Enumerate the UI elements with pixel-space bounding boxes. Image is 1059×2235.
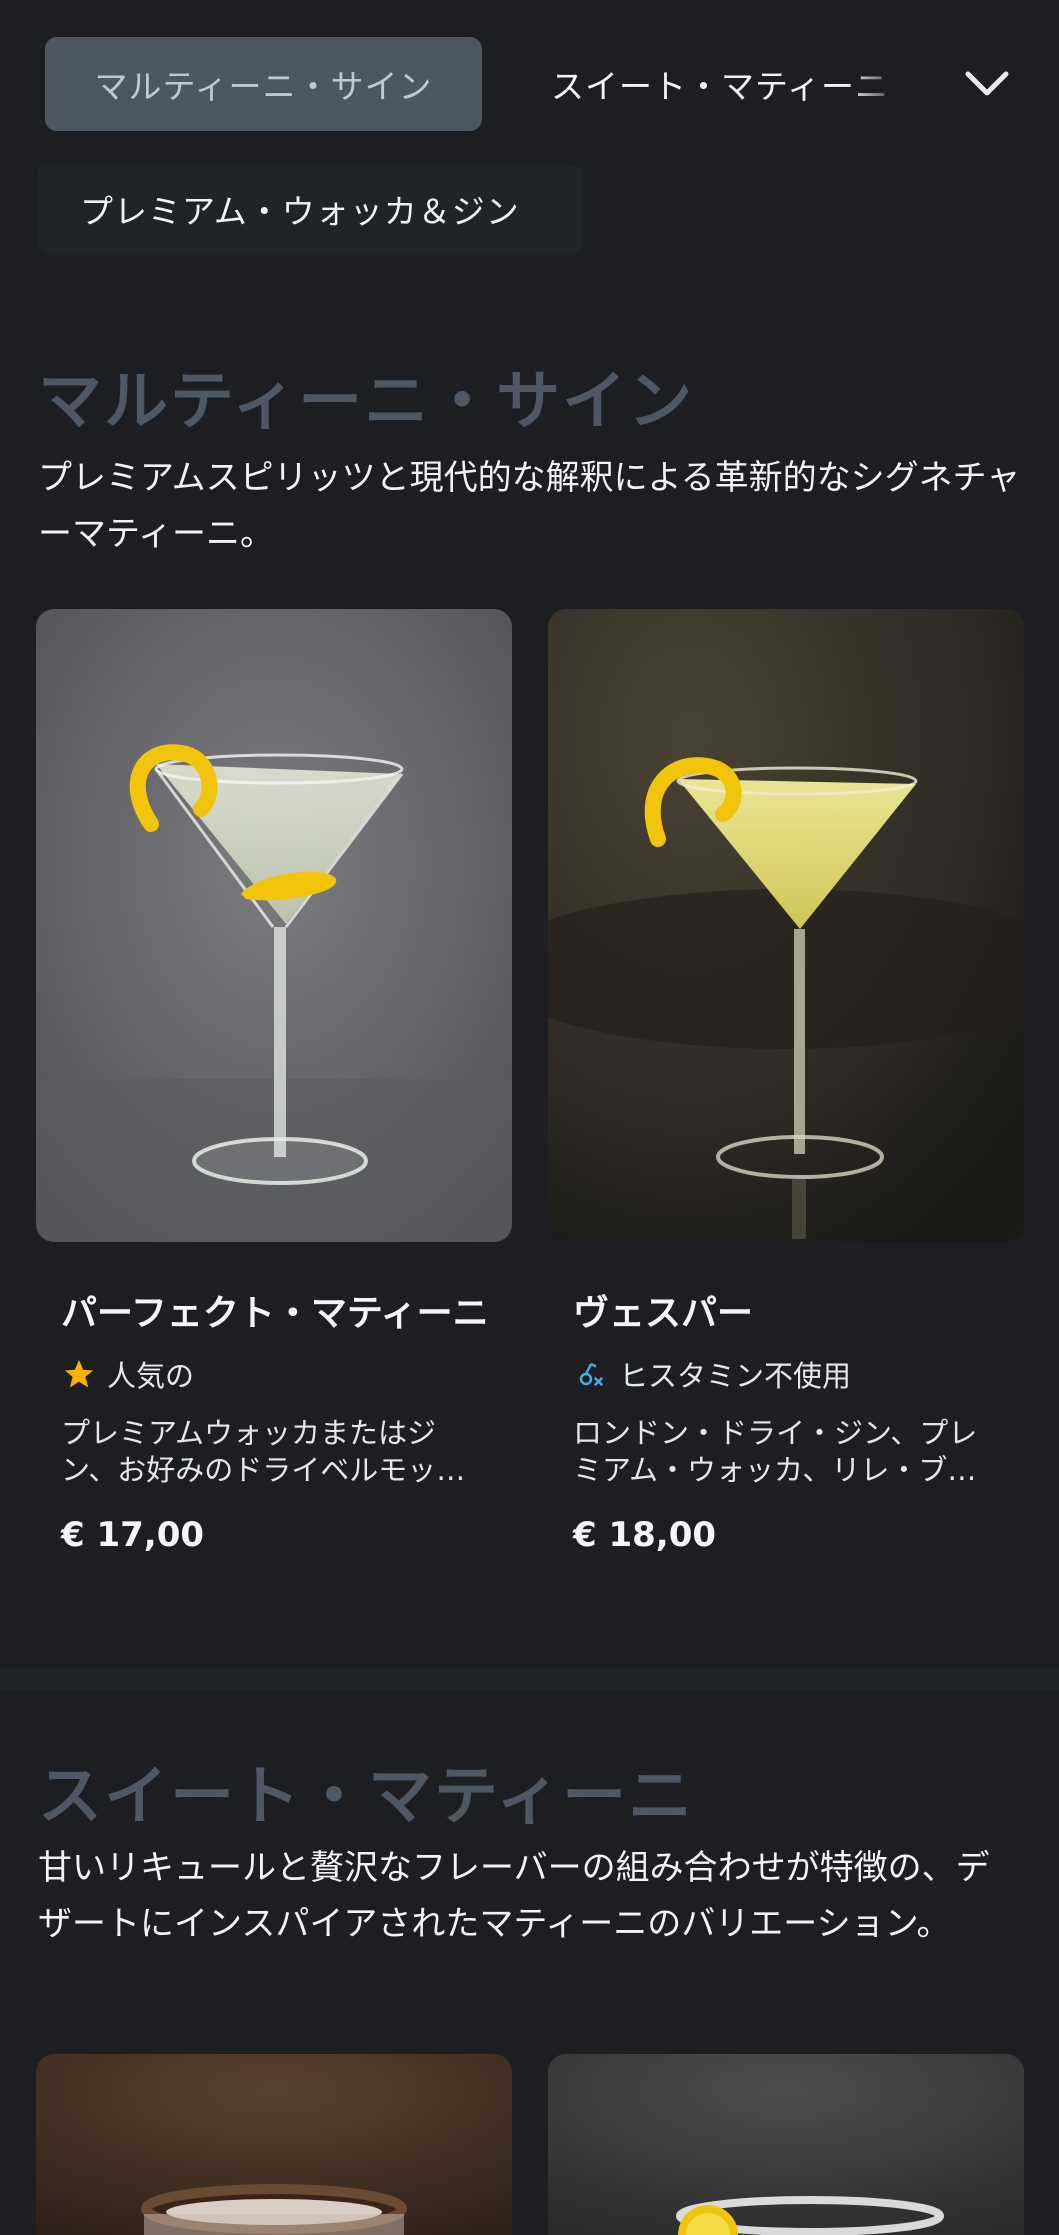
item-description: ロンドン・ドライ・ジン、プレミアム・ウォッカ、リレ・ブラン、レモンピール <box>573 1416 978 1487</box>
vesper-photo <box>548 609 1024 1242</box>
star-icon <box>61 1356 97 1392</box>
item-name: パーフェクト・マティーニ <box>61 1293 489 1334</box>
card-body: パーフェクト・マティーニ 人気の プレミアムウォッカまたはジン、お好みのドライベ… <box>61 1289 491 1555</box>
menu-page: マルティーニ・サイン スイート・マティーニ プレミアム・ウォッカ＆ジン マルティ… <box>0 0 1059 2235</box>
menu-item-card[interactable] <box>36 2054 512 2235</box>
menu-item-card[interactable]: パーフェクト・マティーニ 人気の プレミアムウォッカまたはジン、お好みのドライベ… <box>36 609 512 1629</box>
badge-label: 人気の <box>107 1359 195 1393</box>
chevron-down-icon <box>965 71 1009 96</box>
section-description-sweet-martini: 甘いリキュールと贅沢なフレーバーの組み合わせが特徴の、デザートにインスパイアされ… <box>38 1848 990 1944</box>
tab-fade <box>846 37 906 131</box>
tab-martini-signature[interactable]: マルティーニ・サイン <box>45 37 482 131</box>
lemon-drop-martini-photo <box>548 2054 1024 2235</box>
tab-premium-vodka-gin[interactable]: プレミアム・ウォッカ＆ジン <box>38 165 583 253</box>
item-price: € 18,00 <box>573 1515 717 1555</box>
popular-badge: 人気の <box>61 1351 491 1397</box>
category-tabs: マルティーニ・サイン スイート・マティーニ プレミアム・ウォッカ＆ジン <box>0 0 1059 270</box>
menu-item-card[interactable]: ヴェスパー ヒスタミン不使用 ロンドン・ドライ・ジン、プレミアム・ウォッカ、リレ… <box>548 609 1024 1589</box>
section-title-sweet-martini: スイート・マティーニ <box>38 1760 695 1834</box>
card-body: ヴェスパー ヒスタミン不使用 ロンドン・ドライ・ジン、プレミアム・ウォッカ、リレ… <box>573 1289 1003 1555</box>
section-divider <box>0 1668 1059 1690</box>
badge-label: ヒスタミン不使用 <box>619 1359 852 1393</box>
expand-tabs-button[interactable] <box>950 55 1024 113</box>
item-price: € 17,00 <box>61 1515 205 1555</box>
histamine-free-icon <box>573 1356 609 1392</box>
item-description: プレミアムウォッカまたはジン、お好みのドライベルモット、オリーブまたはレモンピー… <box>61 1416 437 1487</box>
section-description-martini-signature: プレミアムスピリッツと現代的な解釈による革新的なシグネチャーマティーニ。 <box>38 458 1021 554</box>
tab-sweet-martini-label: スイート・マティーニ <box>551 67 890 106</box>
histamine-free-badge: ヒスタミン不使用 <box>573 1351 1003 1397</box>
item-name: ヴェスパー <box>573 1293 754 1334</box>
tab-sweet-martini[interactable]: スイート・マティーニ <box>551 37 906 131</box>
menu-item-card[interactable] <box>548 2054 1024 2235</box>
section-title-martini-signature: マルティーニ・サイン <box>38 365 695 439</box>
chocolate-martini-photo <box>36 2054 512 2235</box>
martini-photo <box>36 609 512 1242</box>
